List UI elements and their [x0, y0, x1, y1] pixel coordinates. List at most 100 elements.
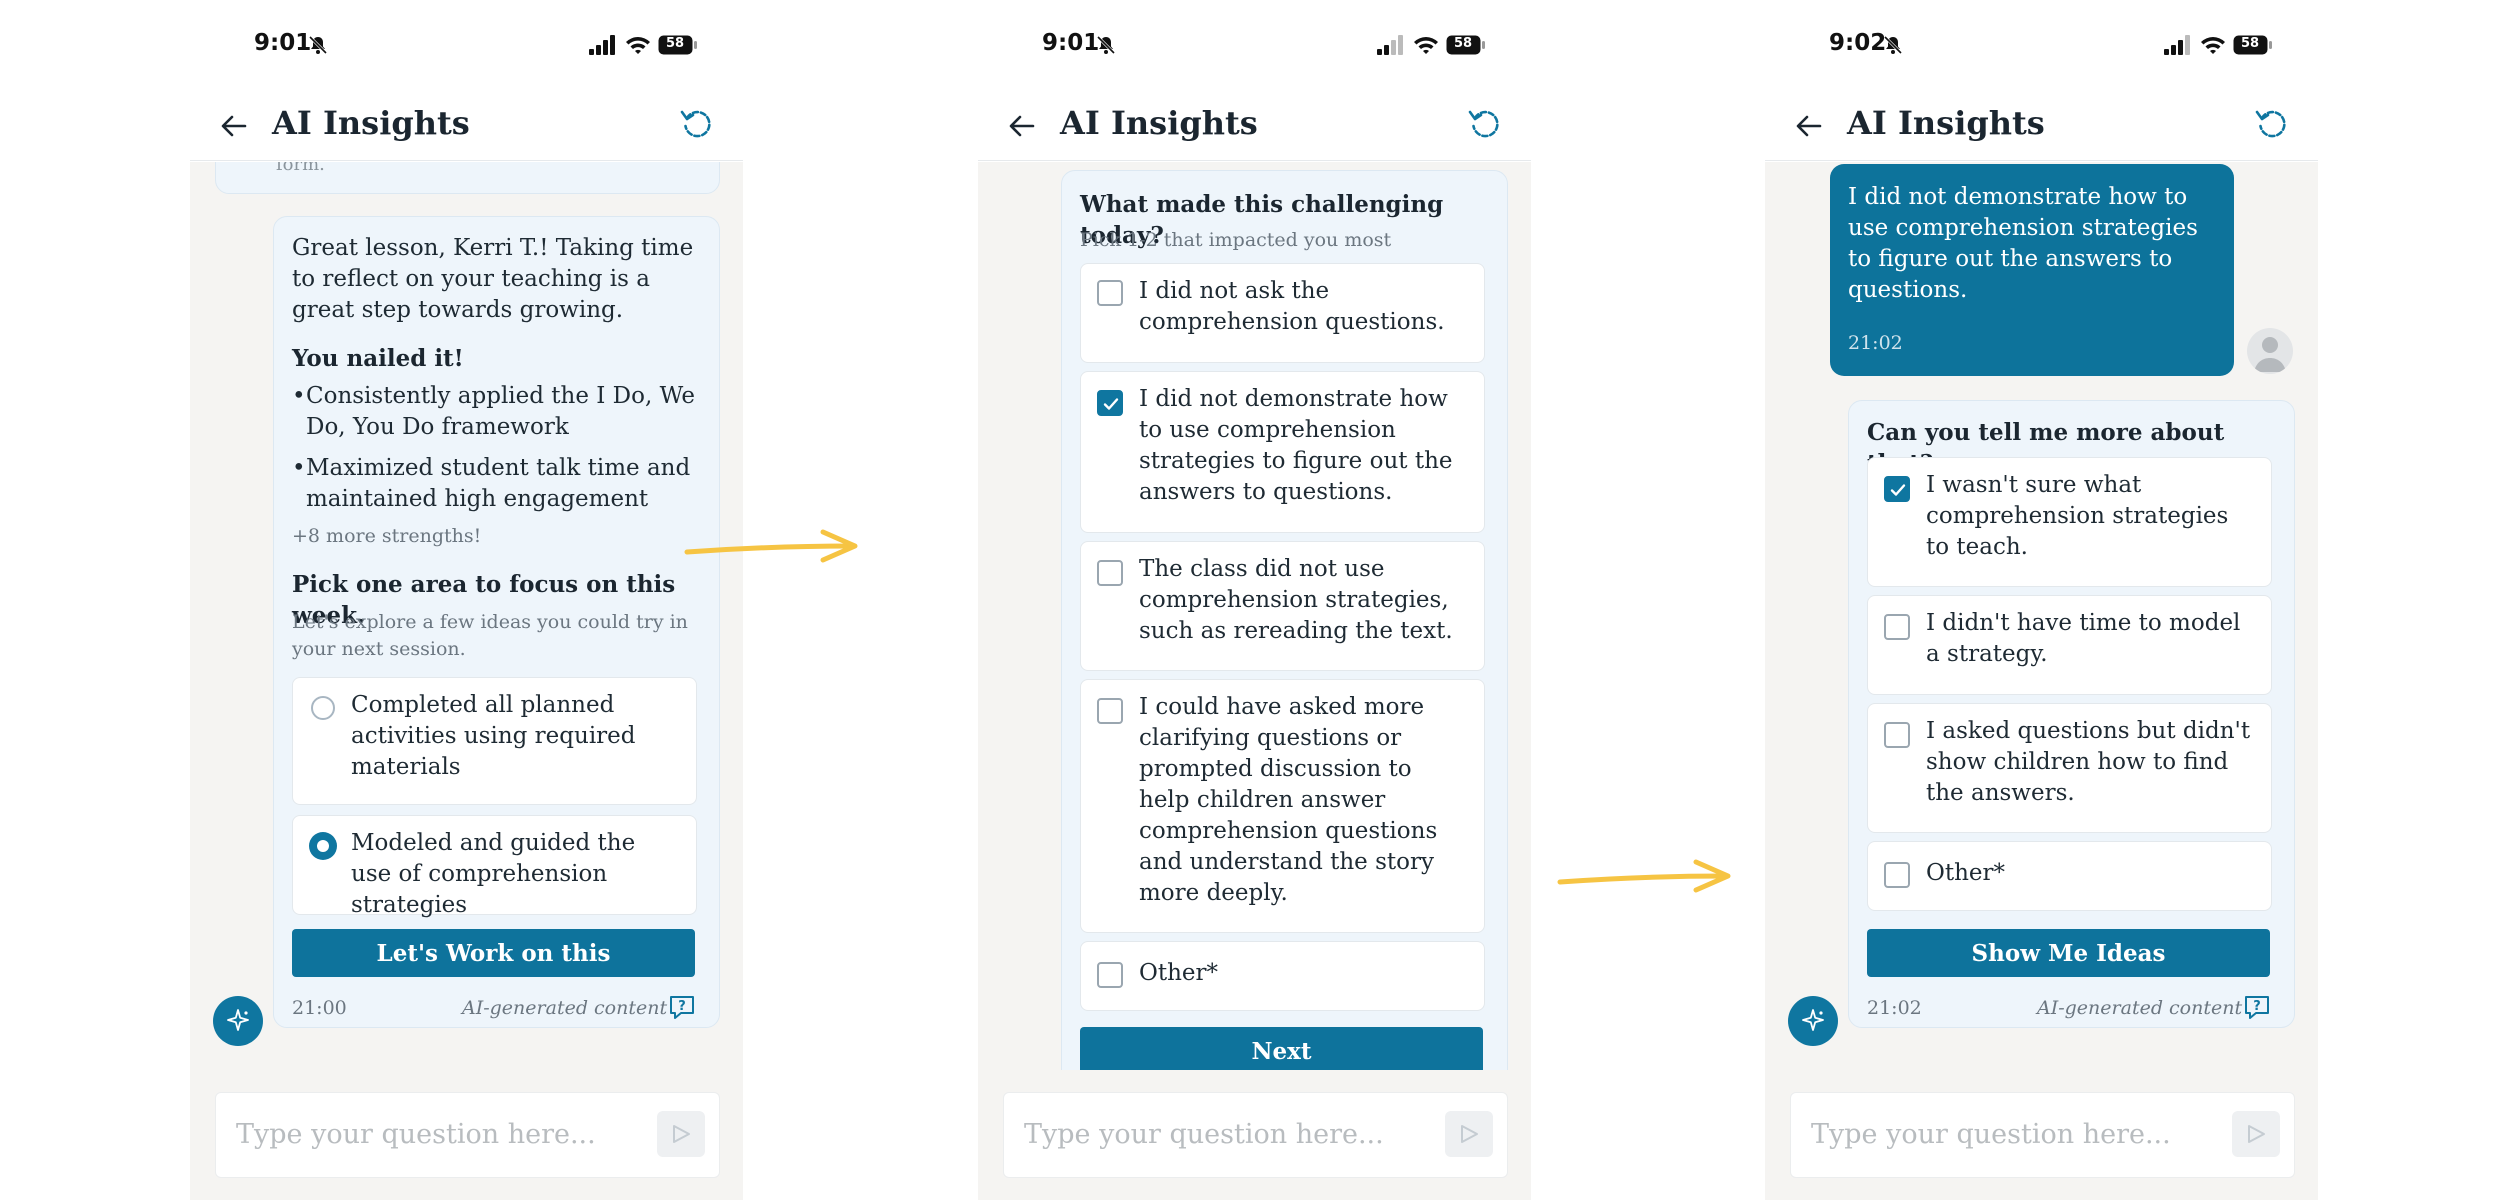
chat-area: form. Great lesson, Kerri T.! Taking tim… — [190, 162, 743, 1070]
send-icon — [2248, 1125, 2265, 1143]
more-strengths-link[interactable]: +8 more strengths! — [292, 523, 481, 550]
option-label: I did not ask the comprehension question… — [1139, 278, 1445, 335]
feedback-icon[interactable]: ? — [2242, 993, 2272, 1023]
question-subtext: Pick 1-2 that impacted you most — [1080, 229, 1392, 251]
back-arrow-icon[interactable] — [218, 110, 250, 142]
question-input[interactable]: Type your question here... — [215, 1092, 720, 1178]
send-button[interactable] — [2232, 1111, 2280, 1157]
battery-level: 58 — [2240, 36, 2260, 51]
strength-bullet: • Consistently applied the I Do, We Do, Y… — [292, 383, 695, 440]
refresh-icon[interactable] — [679, 106, 715, 142]
page-title: AI Insights — [1060, 104, 1258, 142]
follow-up-card: Can you tell me more about that? I wasn'… — [1848, 400, 2295, 1028]
checkbox-unchecked[interactable] — [1097, 962, 1123, 988]
previous-message-text: form. — [276, 162, 325, 175]
greeting-text: Great lesson, Kerri T.! Taking time to r… — [292, 235, 694, 323]
detail-option[interactable]: I asked questions but didn't show childr… — [1867, 703, 2272, 833]
option-label: I could have asked more clarifying quest… — [1139, 694, 1438, 906]
checkbox-unchecked[interactable] — [1097, 560, 1123, 586]
page-title: AI Insights — [272, 104, 470, 142]
refresh-icon[interactable] — [2254, 106, 2290, 142]
send-icon — [673, 1125, 690, 1143]
challenge-option-checked[interactable]: I did not demonstrate how to use compreh… — [1080, 371, 1485, 533]
status-time: 9:01 — [254, 30, 312, 56]
phone-screen-1: 9:01 58 AI Insights form. Great lesson, … — [190, 0, 743, 1200]
input-area: Type your question here... — [190, 1070, 743, 1200]
ai-avatar — [1788, 996, 1838, 1046]
wifi-icon — [2201, 37, 2225, 54]
app-header: AI Insights — [1765, 96, 2318, 161]
lets-work-button[interactable]: Let's Work on this — [292, 929, 695, 977]
send-icon — [1461, 1125, 1478, 1143]
status-bar: 9:02 58 — [1765, 28, 2318, 62]
back-arrow-icon[interactable] — [1006, 110, 1038, 142]
wifi-icon — [626, 37, 650, 54]
question-input[interactable]: Type your question here... — [1003, 1092, 1508, 1178]
checkbox-unchecked[interactable] — [1884, 722, 1910, 748]
option-label: The class did not use comprehension stra… — [1139, 556, 1453, 644]
phone-screen-3: 9:02 58 AI Insights I did not demonstrat… — [1765, 0, 2318, 1200]
next-button[interactable]: Next — [1080, 1027, 1483, 1070]
option-label: Completed all planned activities using r… — [351, 692, 636, 780]
send-button[interactable] — [1445, 1111, 1493, 1157]
question-card: What made this challenging today? Pick 1… — [1061, 170, 1508, 1070]
challenge-option-other[interactable]: Other* — [1080, 941, 1485, 1011]
input-placeholder: Type your question here... — [1811, 1119, 2171, 1150]
challenge-option[interactable]: I could have asked more clarifying quest… — [1080, 679, 1485, 933]
checkbox-unchecked[interactable] — [1097, 698, 1123, 724]
checkbox-unchecked[interactable] — [1097, 280, 1123, 306]
checkmark-icon — [1890, 484, 1906, 496]
back-arrow-icon[interactable] — [1793, 110, 1825, 142]
svg-text:?: ? — [2253, 999, 2261, 1014]
input-placeholder: Type your question here... — [236, 1119, 596, 1150]
detail-option-other[interactable]: Other* — [1867, 841, 2272, 911]
focus-option[interactable]: Completed all planned activities using r… — [292, 677, 697, 805]
status-time: 9:01 — [1042, 30, 1100, 56]
challenge-option[interactable]: The class did not use comprehension stra… — [1080, 541, 1485, 671]
input-placeholder: Type your question here... — [1024, 1119, 1384, 1150]
sparkle-icon — [1802, 1009, 1824, 1031]
feedback-icon[interactable]: ? — [667, 993, 697, 1023]
user-message-time: 21:02 — [1848, 332, 1903, 354]
focus-subtext: Let's explore a few ideas you could try … — [292, 611, 688, 660]
option-label: I asked questions but didn't show childr… — [1926, 718, 2251, 806]
option-label: I did not demonstrate how to use compreh… — [1139, 386, 1453, 505]
status-icons: 58 — [2163, 34, 2273, 58]
checkbox-unchecked[interactable] — [1884, 614, 1910, 640]
checkbox-checked[interactable] — [1884, 476, 1910, 502]
user-avatar — [2247, 328, 2293, 374]
battery-level: 58 — [1453, 36, 1473, 51]
battery-level: 58 — [665, 36, 685, 51]
radio-unselected[interactable] — [311, 696, 335, 720]
bell-off-icon — [1096, 35, 1116, 55]
checkmark-icon — [1103, 398, 1119, 410]
arrow-icon — [1557, 859, 1731, 893]
detail-option[interactable]: I didn't have time to model a strategy. — [1867, 595, 2272, 695]
status-bar: 9:01 58 — [978, 28, 1531, 62]
question-input[interactable]: Type your question here... — [1790, 1092, 2295, 1178]
detail-option-checked[interactable]: I wasn't sure what comprehension strateg… — [1867, 457, 2272, 587]
refresh-icon[interactable] — [1467, 106, 1503, 142]
send-button[interactable] — [657, 1111, 705, 1157]
sparkle-icon — [227, 1009, 249, 1031]
svg-text:?: ? — [678, 999, 686, 1014]
status-bar: 9:01 58 — [190, 28, 743, 62]
option-label: I wasn't sure what comprehension strateg… — [1926, 472, 2229, 560]
ai-feedback-card: Great lesson, Kerri T.! Taking time to r… — [273, 216, 720, 1028]
input-area: Type your question here... — [1765, 1070, 2318, 1200]
challenge-option[interactable]: I did not ask the comprehension question… — [1080, 263, 1485, 363]
nailed-heading: You nailed it! — [292, 345, 464, 372]
user-message-text: I did not demonstrate how to use compreh… — [1848, 184, 2198, 303]
focus-option-selected[interactable]: Modeled and guided the use of comprehens… — [292, 815, 697, 918]
page-title: AI Insights — [1847, 104, 2045, 142]
input-area: Type your question here... — [978, 1070, 1531, 1200]
checkbox-unchecked[interactable] — [1884, 862, 1910, 888]
chat-area: I did not demonstrate how to use compreh… — [1765, 162, 2318, 1070]
option-label: I didn't have time to model a strategy. — [1926, 610, 2241, 667]
radio-selected[interactable] — [309, 832, 337, 860]
chat-area: What made this challenging today? Pick 1… — [978, 162, 1531, 1070]
show-me-ideas-button[interactable]: Show Me Ideas — [1867, 929, 2270, 977]
checkbox-checked[interactable] — [1097, 390, 1123, 416]
option-label: Other* — [1139, 960, 1219, 986]
previous-message-card: form. — [215, 162, 720, 194]
